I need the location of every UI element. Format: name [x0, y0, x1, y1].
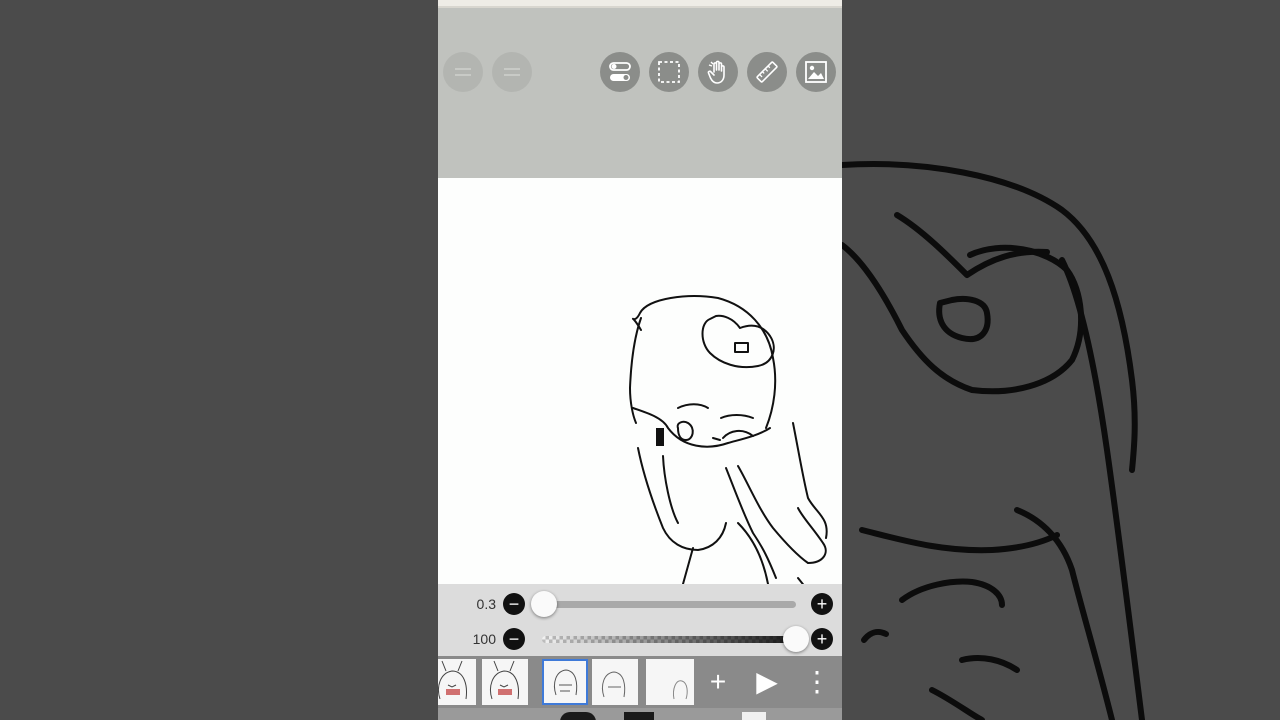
frame-thumbnail[interactable] — [592, 659, 638, 705]
play-button[interactable]: ▶ — [749, 664, 785, 700]
brush-size-decrease-button[interactable]: − — [503, 593, 525, 615]
canvas-button[interactable] — [742, 712, 766, 720]
opacity-increase-button[interactable]: + — [811, 628, 833, 650]
toggle-switches-icon — [609, 62, 631, 81]
frame-preview — [438, 660, 467, 700]
opacity-slider[interactable] — [542, 636, 796, 643]
add-frame-button[interactable]: + — [700, 664, 736, 700]
frame-preview — [673, 680, 688, 700]
brush-size-row: 0.3 − + — [438, 587, 842, 621]
left-background — [0, 0, 438, 720]
status-bar — [438, 0, 842, 8]
opacity-slider-thumb[interactable] — [783, 626, 809, 652]
brush-size-slider[interactable] — [544, 601, 796, 608]
opacity-row: 100 − + — [438, 622, 842, 656]
right-background — [842, 0, 1280, 720]
brush-controls: 0.3 − + 100 − + — [438, 584, 842, 656]
hand-icon — [707, 60, 725, 84]
drawing-canvas[interactable] — [438, 178, 842, 584]
phone-screen: 0.3 − + 100 − + + ▶ ⋮ — [438, 0, 842, 720]
frame-thumbnail[interactable] — [438, 659, 476, 705]
frame-thumbnail-selected[interactable] — [542, 659, 588, 705]
redo-button[interactable] — [492, 52, 532, 92]
zoomed-sketch-background — [842, 161, 1145, 720]
ruler-icon — [756, 61, 778, 83]
brush-size-slider-thumb[interactable] — [531, 591, 557, 617]
top-toolbar — [438, 8, 842, 178]
redo-icon — [504, 68, 520, 76]
hand-tool-button[interactable] — [698, 52, 738, 92]
opacity-decrease-button[interactable]: − — [503, 628, 525, 650]
ruler-button[interactable] — [747, 52, 787, 92]
image-icon — [805, 61, 827, 83]
frame-thumbnail[interactable] — [646, 659, 694, 705]
frame-thumbnail[interactable] — [482, 659, 528, 705]
frame-preview — [601, 671, 626, 698]
character-sketch — [629, 295, 828, 584]
dashed-selection-icon — [658, 61, 680, 83]
frame-preview — [490, 660, 519, 700]
frame-preview — [553, 669, 578, 696]
undo-button[interactable] — [443, 52, 483, 92]
opacity-label: 100 — [472, 631, 496, 647]
brush-size-label: 0.3 — [476, 596, 496, 612]
brush-size-increase-button[interactable]: + — [811, 593, 833, 615]
toggle-settings-button[interactable] — [600, 52, 640, 92]
image-import-button[interactable] — [796, 52, 836, 92]
undo-icon — [455, 68, 471, 76]
layer-button[interactable] — [624, 712, 654, 720]
frames-bar: + ▶ ⋮ — [438, 656, 842, 708]
bottom-toolbar-partial — [438, 708, 842, 720]
selection-button[interactable] — [649, 52, 689, 92]
more-options-button[interactable]: ⋮ — [799, 664, 835, 700]
color-swatch[interactable] — [560, 712, 596, 720]
